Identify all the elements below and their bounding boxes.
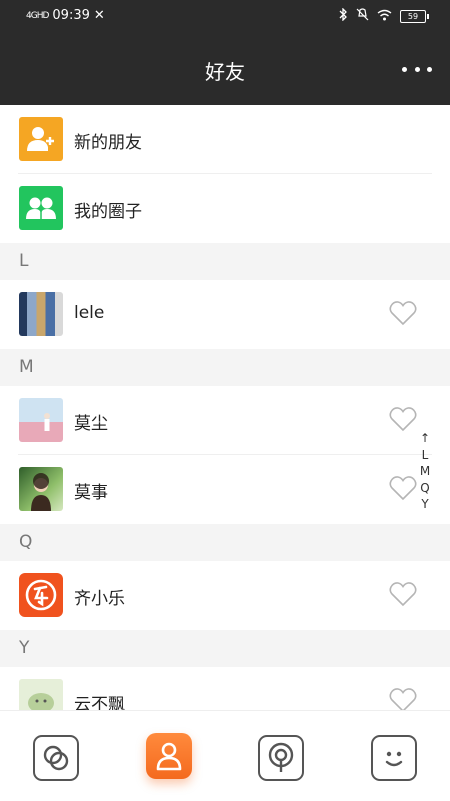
tab-circles[interactable] — [33, 735, 79, 781]
avatar — [19, 467, 63, 511]
dot — [427, 66, 432, 72]
avatar — [19, 398, 63, 442]
contact-item[interactable]: 云不飘 — [0, 667, 450, 710]
page-title: 好友 — [205, 60, 245, 84]
status-time: 09:39 — [52, 8, 90, 23]
section-header-l: L — [0, 243, 450, 280]
section-letter: L — [19, 251, 29, 271]
navigation-bar: 好友 — [0, 34, 450, 105]
contact-name: lele — [74, 303, 105, 323]
signal-indicator: 4GHD — [26, 10, 49, 21]
more-options-button[interactable] — [402, 58, 432, 80]
my-circle-item[interactable]: 我的圈子 — [0, 174, 450, 243]
friend-list: 新的朋友 我的圈子 L lele M 莫尘 莫事 Q 齐小乐 Y 云不飘 — [0, 105, 450, 710]
group-icon — [19, 186, 63, 230]
index-letter-m[interactable]: M — [420, 463, 430, 480]
heart-icon[interactable] — [389, 406, 417, 432]
contact-name: 齐小乐 — [74, 589, 125, 609]
tools-icon: ✕ — [93, 8, 105, 23]
battery-icon: 59 — [400, 9, 429, 23]
alphabet-index[interactable]: ↑ L M Q Y — [417, 430, 433, 513]
circles-icon — [33, 735, 79, 781]
avatar — [19, 292, 63, 336]
heart-icon[interactable] — [389, 300, 417, 326]
location-icon — [258, 735, 304, 781]
contact-name: 云不飘 — [74, 695, 125, 710]
bluetooth-icon — [338, 7, 348, 24]
tab-profile[interactable] — [371, 735, 417, 781]
smiley-icon — [371, 735, 417, 781]
contact-name: 莫事 — [74, 483, 108, 503]
contact-item[interactable]: 齐小乐 — [0, 561, 450, 630]
section-header-y: Y — [0, 630, 450, 667]
contact-item[interactable]: 莫尘 — [0, 386, 450, 455]
index-letter-q[interactable]: Q — [420, 480, 429, 497]
mute-icon — [356, 8, 369, 24]
index-letter-l[interactable]: L — [422, 447, 429, 464]
section-header-q: Q — [0, 524, 450, 561]
avatar — [19, 679, 63, 710]
section-letter: Q — [19, 532, 33, 552]
dot — [414, 66, 420, 72]
tab-location[interactable] — [258, 735, 304, 781]
status-bar: 4GHD 09:39 ✕ 59 — [0, 0, 450, 34]
avatar — [19, 573, 63, 617]
section-letter: M — [19, 357, 34, 377]
contact-name: 莫尘 — [74, 414, 108, 434]
heart-icon[interactable] — [389, 687, 417, 710]
heart-icon[interactable] — [389, 581, 417, 607]
contact-item[interactable]: 莫事 — [0, 455, 450, 524]
section-header-m: M — [0, 349, 450, 386]
section-letter: Y — [19, 638, 30, 658]
item-label: 新的朋友 — [74, 133, 142, 153]
new-friends-item[interactable]: 新的朋友 — [0, 105, 450, 174]
dot — [402, 66, 407, 72]
wifi-icon — [377, 9, 392, 24]
index-up-arrow[interactable]: ↑ — [420, 430, 430, 447]
person-icon — [146, 733, 192, 779]
bottom-tab-bar — [0, 710, 450, 801]
tab-friends[interactable] — [146, 733, 192, 779]
add-friend-icon — [19, 117, 63, 161]
contact-item[interactable]: lele — [0, 280, 450, 349]
item-label: 我的圈子 — [74, 202, 142, 222]
heart-icon[interactable] — [389, 475, 417, 501]
index-letter-y[interactable]: Y — [421, 496, 428, 513]
